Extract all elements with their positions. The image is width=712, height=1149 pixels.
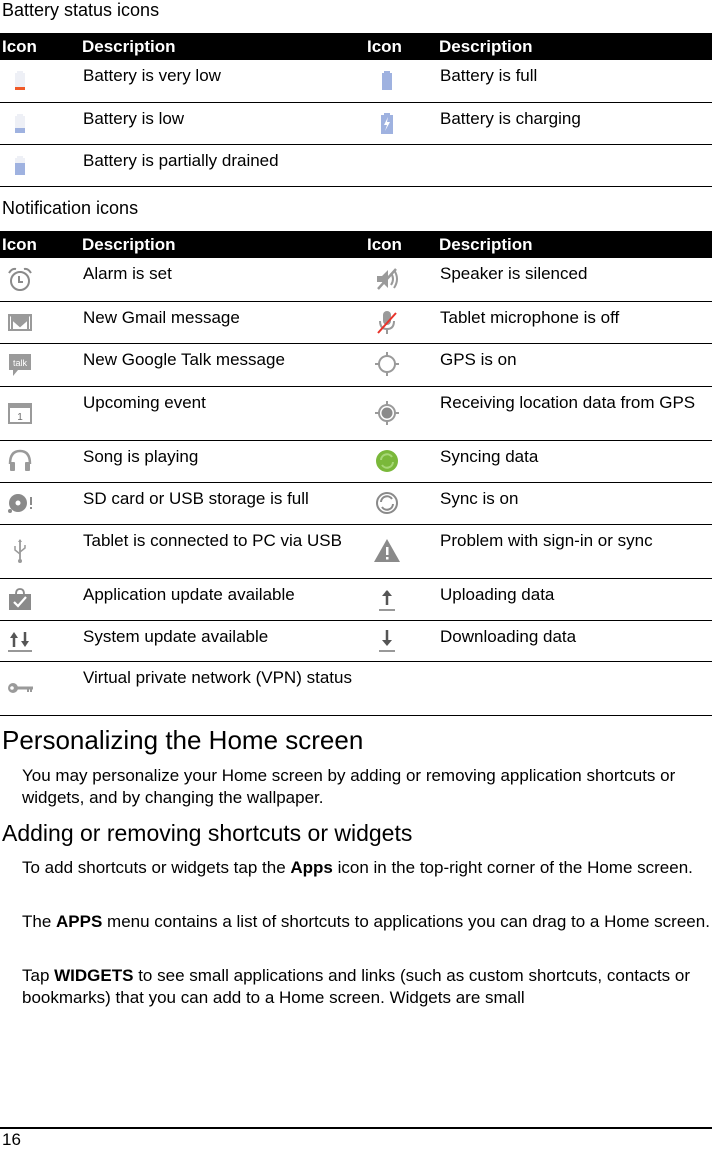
bold-term-apps: Apps — [290, 858, 333, 877]
notification-section-title: Notification icons — [2, 198, 139, 218]
svg-text:talk: talk — [13, 358, 28, 368]
row-description: Problem with sign-in or sync — [439, 524, 712, 579]
syncing-icon — [376, 449, 398, 472]
header-description: Description — [439, 231, 712, 258]
row-description — [439, 661, 712, 716]
header-description: Description — [82, 33, 360, 60]
row-description: Virtual private network (VPN) status — [82, 661, 360, 716]
row-description: Receiving location data from GPS — [439, 386, 712, 441]
app-update-icon — [9, 587, 31, 610]
row-description: Tablet microphone is off — [439, 301, 712, 344]
header-description: Description — [439, 33, 712, 60]
personalize-heading: Personalizing the Home screen — [2, 725, 364, 755]
text-run: menu contains a list of shortcuts to app… — [102, 912, 710, 931]
text-run: To add shortcuts or widgets tap the — [22, 858, 291, 877]
row-description: Sync is on — [439, 482, 712, 525]
table-row: Battery is very low Battery is full — [0, 60, 712, 103]
row-description: Syncing data — [439, 440, 712, 483]
row-description: Alarm is set — [82, 258, 360, 302]
table-row: Tablet is connected to PC via USB Proble… — [0, 524, 712, 579]
table-row: New Gmail message Tablet microphone is o… — [0, 301, 712, 344]
text-run: Tap — [22, 966, 55, 985]
sync-on-icon — [376, 491, 398, 514]
row-description: Speaker is silenced — [439, 258, 712, 302]
system-update-icon — [8, 632, 32, 652]
table-row: talk New Google Talk message GPS is on — [0, 343, 712, 387]
shortcuts-heading: Adding or removing shortcuts or widgets — [2, 820, 413, 846]
row-description: GPS is on — [439, 343, 712, 387]
battery-low-icon — [15, 113, 25, 133]
row-description: New Gmail message — [82, 301, 360, 344]
row-description: Battery is partially drained — [82, 144, 360, 187]
gps-on-icon — [375, 352, 399, 376]
shortcuts-paragraph-1: To add shortcuts or widgets tap the Apps… — [22, 857, 712, 879]
row-description: Uploading data — [439, 578, 712, 621]
table-row: Virtual private network (VPN) status — [0, 661, 712, 716]
table-row: 1 Upcoming event Receiving location data… — [0, 386, 712, 441]
table-row: System update available Downloading data — [0, 620, 712, 662]
bold-term-apps-menu: APPS — [56, 912, 103, 931]
row-description: Song is playing — [82, 440, 360, 483]
row-description: Battery is low — [82, 102, 360, 145]
download-icon — [379, 630, 395, 652]
row-description: Battery is full — [439, 60, 712, 103]
footer-divider — [0, 1127, 712, 1129]
row-description: Downloading data — [439, 620, 712, 662]
battery-partially-drained-icon — [15, 155, 25, 175]
bold-term-widgets: WIDGETS — [54, 966, 134, 985]
header-icon: Icon — [0, 33, 82, 60]
table-row: Application update available Uploading d… — [0, 578, 712, 621]
usb-icon — [14, 538, 26, 563]
table-header-row: Icon Description Icon Description — [0, 33, 712, 60]
text-run: icon in the top-right corner of the Home… — [332, 858, 693, 877]
vpn-key-icon — [8, 682, 33, 693]
upload-icon — [379, 589, 395, 611]
shortcuts-paragraph-2: The APPS menu contains a list of shortcu… — [22, 911, 712, 933]
header-icon: Icon — [360, 33, 439, 60]
row-description: Application update available — [82, 578, 360, 621]
header-icon: Icon — [360, 231, 439, 258]
svg-text:1: 1 — [17, 412, 23, 423]
text-run: The — [22, 912, 57, 931]
row-description — [439, 144, 712, 187]
row-description: Upcoming event — [82, 386, 360, 441]
row-description: New Google Talk message — [82, 343, 360, 387]
battery-charging-icon — [381, 112, 393, 134]
header-icon: Icon — [0, 231, 82, 258]
row-description: Tablet is connected to PC via USB — [82, 524, 360, 579]
table-row: Battery is partially drained — [0, 144, 712, 187]
table-row: Alarm is set Speaker is silenced — [0, 258, 712, 302]
microphone-off-icon — [377, 310, 397, 334]
row-description: Battery is very low — [82, 60, 360, 103]
battery-section-title: Battery status icons — [2, 0, 160, 20]
gps-receiving-icon — [375, 400, 399, 425]
row-description: Battery is charging — [439, 102, 712, 145]
notification-icons-table: Icon Description Icon Description Alarm … — [0, 231, 712, 716]
table-header-row: Icon Description Icon Description — [0, 231, 712, 258]
shortcuts-paragraph-3: Tap WIDGETS to see small applications an… — [22, 965, 702, 1009]
row-description: SD card or USB storage is full — [82, 482, 360, 525]
battery-very-low-icon — [15, 71, 25, 91]
battery-full-icon — [382, 71, 392, 91]
personalize-intro: You may personalize your Home screen by … — [22, 766, 676, 807]
alarm-icon — [8, 267, 32, 291]
talk-icon: talk — [9, 354, 31, 376]
calendar-event-icon: 1 — [8, 402, 32, 424]
page-number: 16 — [2, 1130, 21, 1149]
table-row: Battery is low Battery is charging — [0, 102, 712, 145]
storage-full-icon — [8, 493, 32, 513]
gmail-icon — [8, 313, 32, 331]
table-row: SD card or USB storage is full Sync is o… — [0, 482, 712, 525]
warning-icon — [374, 538, 400, 562]
table-row: Song is playing Syncing data — [0, 440, 712, 483]
headphones-icon — [8, 449, 32, 471]
row-description: System update available — [82, 620, 360, 662]
header-description: Description — [82, 231, 360, 258]
battery-icons-table: Icon Description Icon Description Batter… — [0, 33, 712, 187]
speaker-muted-icon — [377, 267, 398, 290]
